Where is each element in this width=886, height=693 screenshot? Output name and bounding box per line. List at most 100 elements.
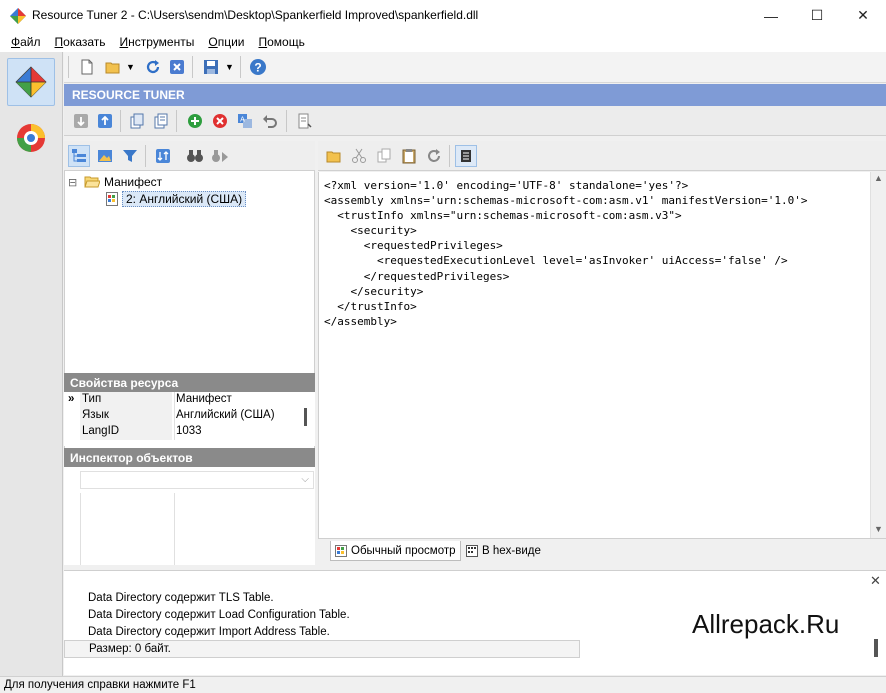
properties-icon bbox=[298, 113, 312, 129]
close-file-button[interactable] bbox=[166, 56, 188, 78]
sort-icon bbox=[156, 149, 170, 163]
restore-icon bbox=[428, 149, 440, 162]
property-row[interactable]: Язык Английский (США) bbox=[64, 408, 298, 424]
image-icon bbox=[98, 150, 112, 162]
find-next-button[interactable] bbox=[209, 145, 231, 167]
move-down-button[interactable] bbox=[70, 110, 92, 132]
window-title: Resource Tuner 2 - C:\Users\sendm\Deskto… bbox=[32, 8, 479, 22]
menu-options[interactable]: Опции bbox=[201, 35, 251, 49]
tree-view-button[interactable] bbox=[68, 145, 90, 167]
editor-scrollbar[interactable]: ▲ ▼ bbox=[870, 172, 886, 538]
log-line: Data Directory содержит Import Address T… bbox=[88, 626, 330, 638]
nav-inspector[interactable] bbox=[7, 114, 55, 162]
tree-node-label: Манифест bbox=[104, 175, 163, 189]
scissors-icon bbox=[352, 148, 366, 163]
cut-button[interactable] bbox=[348, 145, 370, 167]
svg-text:A: A bbox=[240, 117, 245, 124]
svg-text:?: ? bbox=[254, 61, 261, 75]
log-scrollbar[interactable] bbox=[874, 639, 878, 657]
refresh-button[interactable] bbox=[142, 56, 164, 78]
menu-help[interactable]: Помощь bbox=[251, 35, 311, 49]
log-line: Data Directory содержит Load Configurati… bbox=[88, 609, 350, 621]
restore-button[interactable] bbox=[423, 145, 445, 167]
chevron-down-icon: ⌵ bbox=[301, 474, 309, 485]
tree-node-manifest[interactable]: ⊟ Манифест bbox=[68, 174, 162, 190]
minimize-button[interactable]: — bbox=[748, 0, 794, 31]
log-panel: ✕ Data Directory содержит TLS Table. Dat… bbox=[64, 570, 886, 675]
log-size-line: Размер: 0 байт. bbox=[64, 640, 580, 658]
text-view-button[interactable] bbox=[455, 145, 477, 167]
menu-file[interactable]: Файл bbox=[4, 35, 48, 49]
undo-button[interactable] bbox=[259, 110, 281, 132]
collapse-icon[interactable]: ⊟ bbox=[68, 176, 82, 189]
change-language-button[interactable]: A bbox=[234, 110, 256, 132]
editor-open-button[interactable] bbox=[323, 145, 345, 167]
tab-label: Обычный просмотр bbox=[351, 544, 456, 557]
property-value: Манифест bbox=[176, 393, 232, 405]
resource-diamond-icon bbox=[15, 66, 47, 98]
view-tabs: Обычный просмотр B hex-виде bbox=[318, 538, 886, 564]
left-nav bbox=[0, 52, 63, 676]
current-row-icon: » bbox=[68, 393, 75, 405]
find-button[interactable] bbox=[184, 145, 206, 167]
folder-open-icon bbox=[84, 176, 100, 188]
resource-properties-button[interactable] bbox=[293, 110, 315, 132]
save-dropdown-icon[interactable]: ▼ bbox=[225, 62, 234, 72]
copy-resource-icon bbox=[130, 113, 144, 129]
copy-button[interactable] bbox=[373, 145, 395, 167]
title-bar: Resource Tuner 2 - C:\Users\sendm\Deskto… bbox=[0, 0, 886, 31]
log-close-icon[interactable]: ✕ bbox=[870, 573, 881, 589]
new-file-icon bbox=[81, 59, 93, 75]
folder-open-icon bbox=[105, 62, 120, 74]
copy-resource-button[interactable] bbox=[126, 110, 148, 132]
menu-options-accel: О bbox=[208, 34, 218, 49]
scroll-down-icon[interactable]: ▼ bbox=[874, 524, 883, 534]
toolbar-separator bbox=[192, 56, 193, 78]
undo-icon bbox=[263, 115, 277, 128]
property-row[interactable]: » Тип Манифест bbox=[64, 392, 298, 408]
scroll-up-icon[interactable]: ▲ bbox=[874, 173, 883, 183]
close-button[interactable]: ✕ bbox=[840, 0, 886, 31]
tab-normal-view[interactable]: Обычный просмотр bbox=[330, 541, 461, 561]
copy-icon bbox=[377, 148, 391, 163]
tab-hex-view[interactable]: B hex-виде bbox=[462, 541, 545, 561]
property-value: Английский (США) bbox=[176, 409, 275, 421]
menu-options-label: пции bbox=[217, 34, 245, 49]
watermark: Allrepack.Ru bbox=[692, 609, 840, 639]
filter-button[interactable] bbox=[119, 145, 141, 167]
menu-tools[interactable]: Инструменты bbox=[113, 35, 202, 49]
delete-resource-button[interactable] bbox=[209, 110, 231, 132]
inspector-divider bbox=[174, 493, 175, 565]
manifest-editor[interactable]: <?xml version='1.0' encoding='UTF-8' sta… bbox=[318, 172, 870, 538]
tree-node-english-us[interactable]: 2: Английский (США) bbox=[106, 191, 247, 207]
properties-scrollbar[interactable] bbox=[304, 408, 307, 426]
move-up-button[interactable] bbox=[94, 110, 116, 132]
object-select[interactable]: ⌵ bbox=[80, 471, 314, 489]
paste-button[interactable] bbox=[398, 145, 420, 167]
resource-tuner-banner: RESOURCE TUNER bbox=[64, 84, 886, 106]
main-toolbar: ▼ ▼ ? bbox=[64, 52, 886, 83]
find-next-icon bbox=[212, 150, 228, 162]
close-file-icon bbox=[170, 60, 184, 74]
property-key: Язык bbox=[82, 409, 109, 421]
help-button[interactable]: ? bbox=[247, 56, 269, 78]
object-inspector: ⌵ bbox=[64, 467, 315, 565]
binoculars-icon bbox=[187, 150, 203, 162]
duplicate-resource-button[interactable] bbox=[150, 110, 172, 132]
open-file-button[interactable] bbox=[102, 56, 124, 78]
open-dropdown-icon[interactable]: ▼ bbox=[126, 62, 135, 72]
save-button[interactable] bbox=[200, 56, 222, 78]
sort-button[interactable] bbox=[152, 145, 174, 167]
thumbnail-view-button[interactable] bbox=[94, 145, 116, 167]
text-lines-icon bbox=[461, 150, 471, 162]
menu-view[interactable]: Показать bbox=[48, 35, 113, 49]
manifest-xml[interactable]: <?xml version='1.0' encoding='UTF-8' sta… bbox=[324, 178, 807, 329]
normal-view-icon bbox=[335, 544, 347, 557]
nav-resource-tuner[interactable] bbox=[7, 58, 55, 106]
paste-icon bbox=[402, 149, 416, 164]
add-resource-button[interactable] bbox=[184, 110, 206, 132]
property-row[interactable]: LangID 1033 bbox=[64, 424, 298, 440]
maximize-button[interactable]: ☐ bbox=[794, 0, 840, 31]
filter-icon bbox=[123, 150, 137, 162]
new-file-button[interactable] bbox=[76, 56, 98, 78]
